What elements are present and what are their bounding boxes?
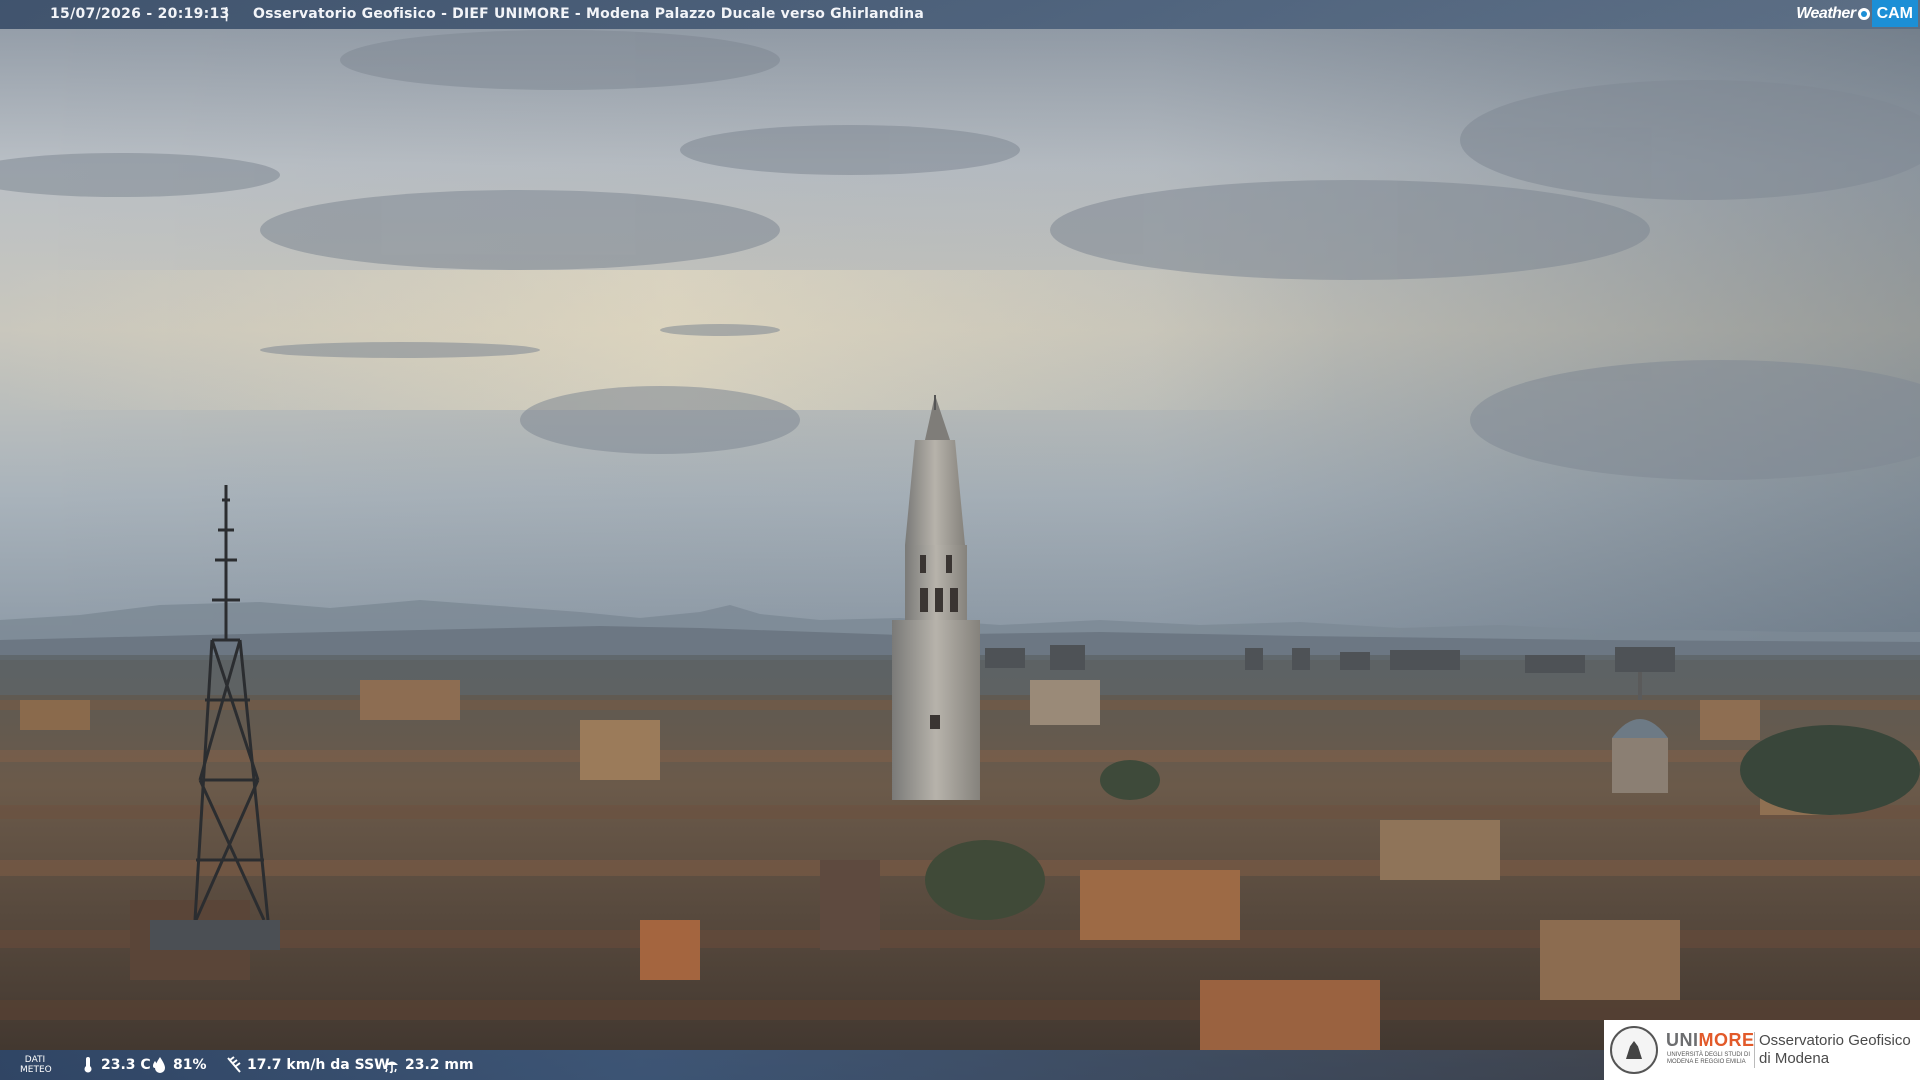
observatory-name-line2: di Modena	[1759, 1050, 1830, 1067]
wind-icon	[227, 1056, 241, 1073]
humidity-drop-icon	[153, 1057, 165, 1073]
unimore-brand-rest: MORE	[1698, 1030, 1755, 1050]
humidity-value: 81%	[173, 1057, 207, 1073]
badge-divider	[1754, 1032, 1755, 1068]
weather-data-label-line1: DATI	[24, 1055, 46, 1065]
weather-data-label-line2: METEO	[20, 1065, 52, 1075]
observatory-name-line1: Osservatorio Geofisico	[1759, 1032, 1911, 1049]
unimore-badge: UNIMORE UNIVERSITÀ DEGLI STUDI DI MODENA…	[1604, 1020, 1920, 1080]
humidity-readout: 81%	[152, 1050, 207, 1080]
observatory-name: Osservatorio Geofisico di Modena	[1759, 1032, 1911, 1068]
unimore-brand-first: UNI	[1666, 1030, 1699, 1050]
info-bar-top: 15/07/2026 - 20:19:13 | Osservatorio Geo…	[0, 0, 1920, 29]
university-seal-icon	[1610, 1026, 1658, 1074]
weathercam-logo-cam: CAM	[1871, 0, 1918, 27]
webcam-image	[0, 0, 1920, 1080]
weathercam-logo: Weather CAM	[1796, 0, 1920, 27]
rain-icon	[385, 1061, 398, 1074]
thermometer-icon	[84, 1057, 92, 1073]
wind-readout: 17.7 km/h da SSW	[226, 1050, 390, 1080]
weathercam-logo-weather: Weather	[1796, 5, 1856, 22]
unimore-brand: UNIMORE	[1666, 1030, 1755, 1051]
weather-data-bar: DATI METEO 23.3 C 81% 17.7 km/h da SSW 2…	[0, 1050, 1604, 1080]
temperature-readout: 23.3 C	[80, 1050, 151, 1080]
location-title: Osservatorio Geofisico - DIEF UNIMORE - …	[253, 6, 924, 22]
weathercam-logo-dot-icon	[1857, 7, 1870, 20]
rain-value: 23.2 mm	[405, 1057, 474, 1073]
rain-readout: 23.2 mm	[384, 1050, 474, 1080]
weather-data-label: DATI METEO	[20, 1055, 52, 1075]
unimore-subtitle: UNIVERSITÀ DEGLI STUDI DI MODENA E REGGI…	[1667, 1052, 1751, 1065]
timestamp: 15/07/2026 - 20:19:13	[50, 6, 230, 22]
wind-value: 17.7 km/h da SSW	[247, 1057, 390, 1073]
temperature-value: 23.3 C	[101, 1057, 151, 1073]
separator: |	[224, 6, 230, 22]
